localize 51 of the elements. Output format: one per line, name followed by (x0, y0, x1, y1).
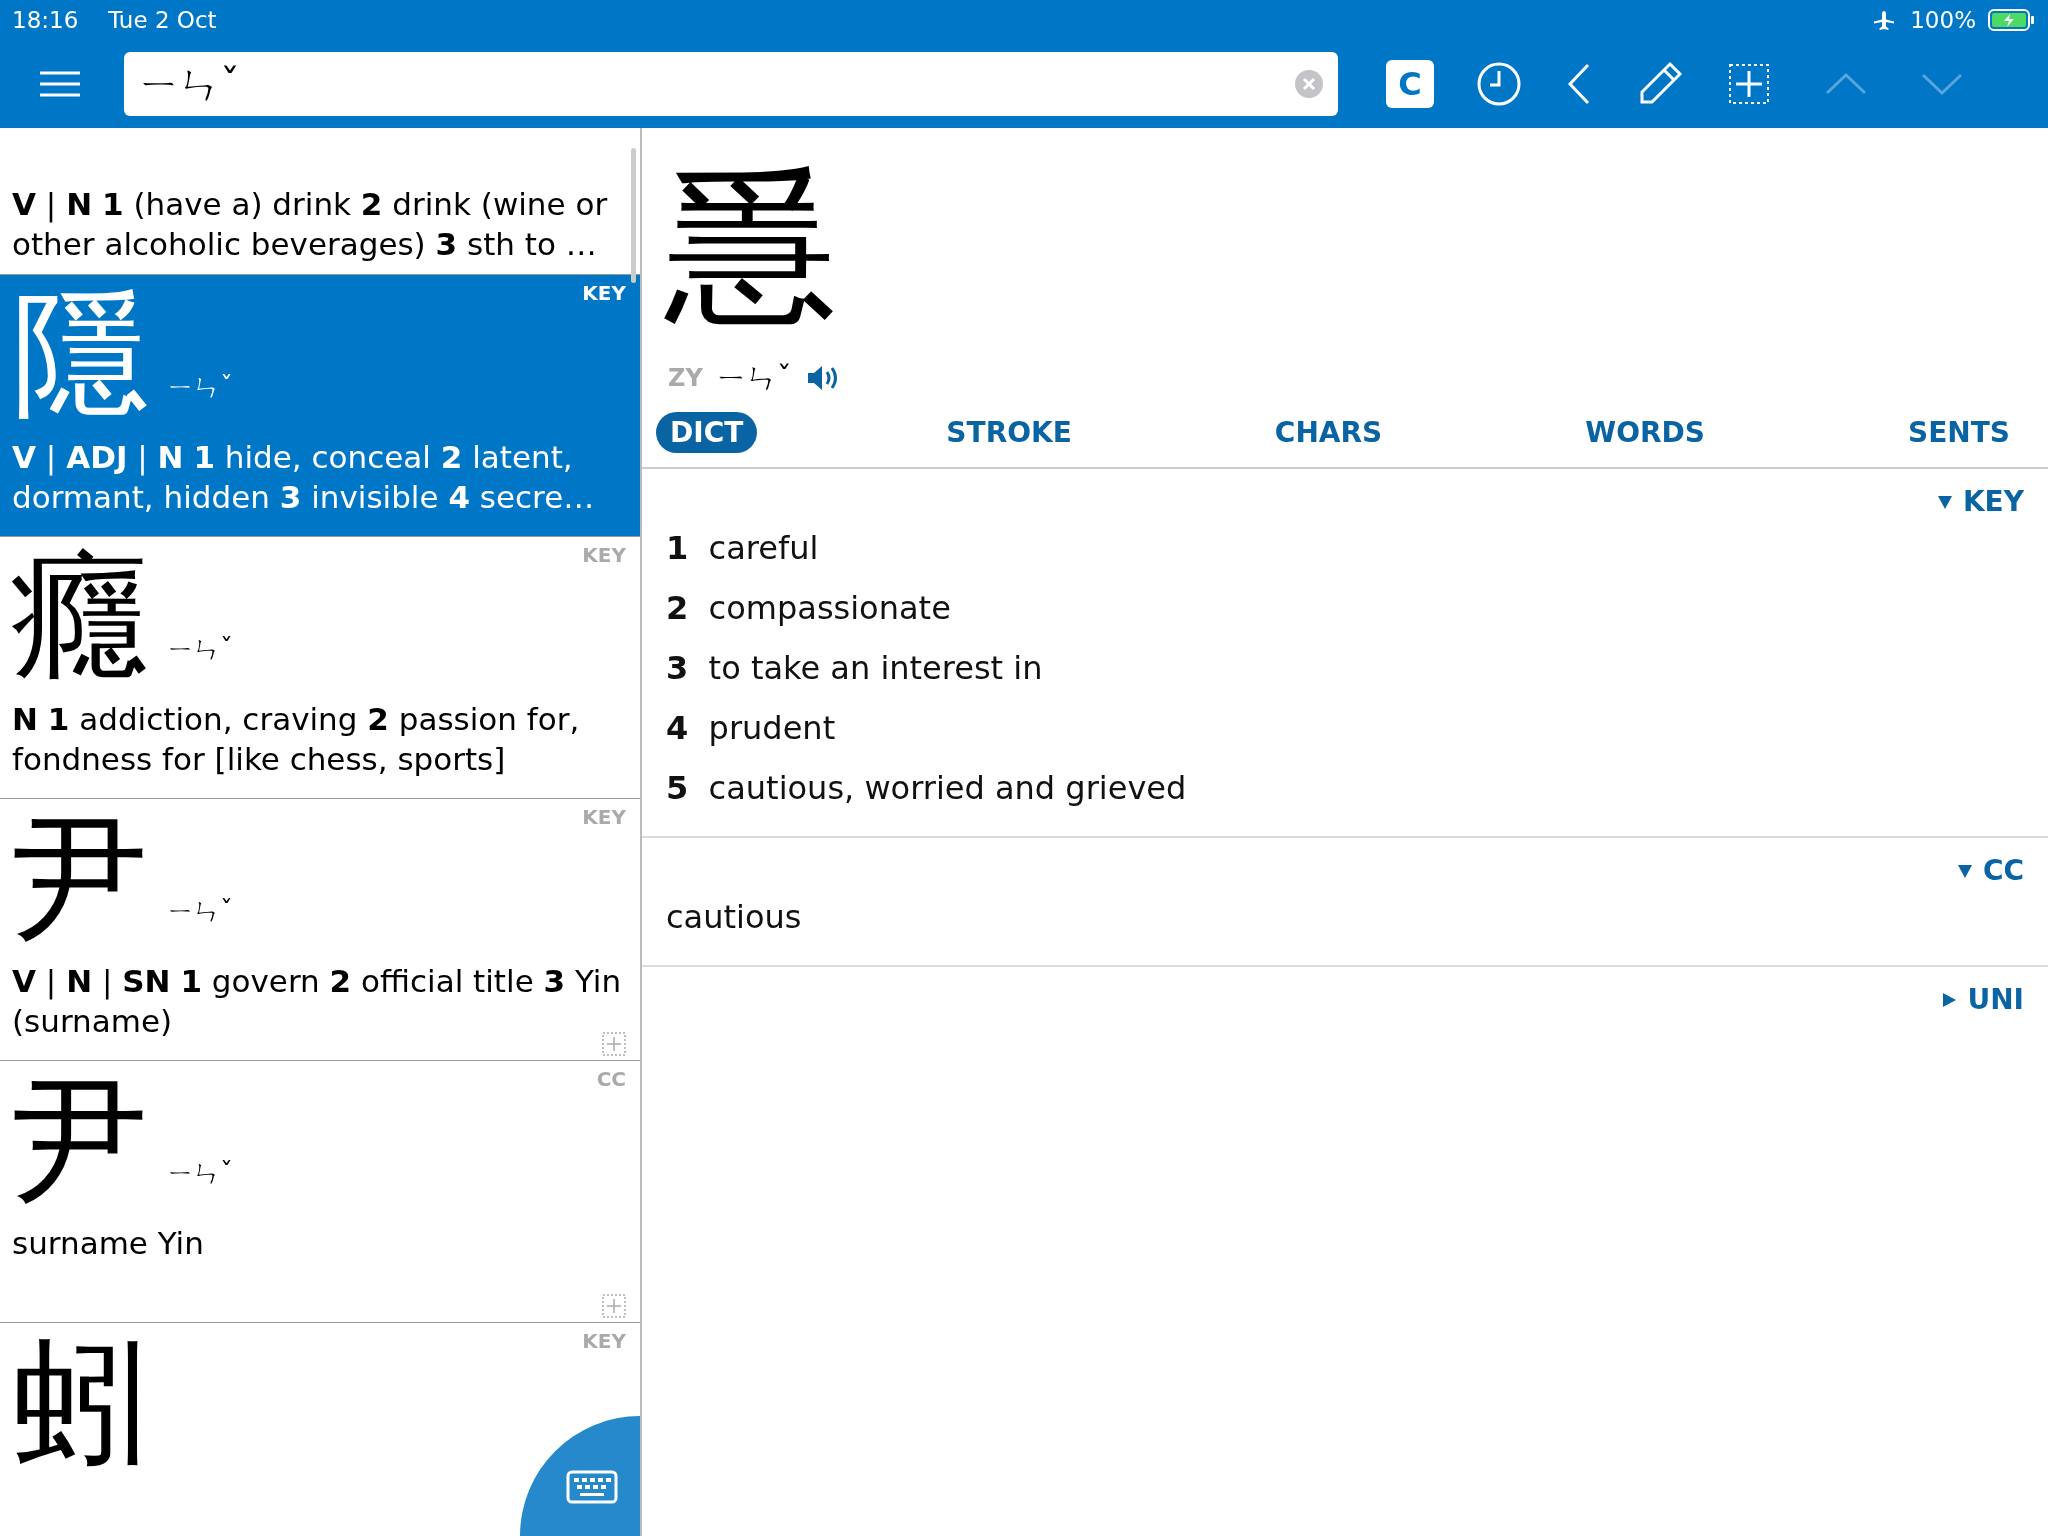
source-tag: KEY (582, 543, 626, 567)
source-tag: CC (596, 1067, 626, 1091)
source-tag: KEY (582, 805, 626, 829)
clock-icon[interactable] (1476, 61, 1522, 107)
disclosure-icon (1941, 991, 1958, 1008)
sense-item: cautious (666, 897, 803, 938)
mode-button[interactable]: C (1386, 60, 1434, 108)
zhuyin-reading: ㄧㄣˇ (716, 358, 792, 397)
tab[interactable]: SENTS (1894, 412, 2024, 453)
speaker-icon[interactable] (805, 364, 840, 392)
keyboard-icon (566, 1470, 618, 1504)
entry-character: 癮 (12, 541, 148, 691)
battery-icon (1988, 8, 2036, 32)
tab[interactable]: WORDS (1571, 412, 1719, 453)
entry-character: 尹 (12, 803, 148, 953)
entry-zhuyin: ㄧㄣˇ (168, 633, 233, 666)
disclosure-icon (1936, 493, 1953, 510)
section-toggle[interactable]: CC (1956, 854, 2024, 887)
sense-item: 2 compassionate (666, 588, 952, 629)
source-tag: KEY (582, 1329, 626, 1353)
system-label: ZY (668, 364, 703, 392)
entry-definition: V | N 1 (have a) drink 2 drink (wine or other alcoholic beverages) 3 sth to … (12, 185, 609, 264)
entry-definition: N 1 addiction, craving 2 passion for, fondness for [like chess, sports] (12, 700, 581, 779)
section-toggle[interactable]: KEY (1936, 485, 2024, 518)
entry-character: 蚓 (12, 1327, 148, 1477)
main-character: 㥯 (663, 148, 837, 349)
tab[interactable]: STROKE (932, 412, 1086, 453)
entry-definition: V | ADJ | N 1 hide, conceal 2 latent, dormant, hidden 3 invisible 4 secre… (12, 438, 596, 517)
tab[interactable]: DICT (656, 412, 758, 453)
entry-definition: V | N | SN 1 govern 2 official title 3 Yin (surname) (12, 962, 623, 1041)
add-frame-icon[interactable] (1728, 63, 1770, 105)
menu-icon[interactable] (38, 69, 82, 99)
sense-item: 1 careful (666, 528, 820, 569)
sense-item: 5 cautious, worried and grieved (666, 768, 1188, 809)
status-time: 18:16 (12, 7, 79, 33)
entry-zhuyin: ㄧㄣˇ (168, 371, 233, 404)
disclosure-icon (1956, 862, 1973, 879)
status-date: Tue 2 Oct (108, 7, 217, 33)
entry-zhuyin: ㄧㄣˇ (168, 1157, 233, 1190)
sense-item: 4 prudent (666, 708, 837, 749)
entry-character: 尹 (12, 1065, 148, 1215)
battery-percent: 100% (1910, 7, 1976, 33)
entry-zhuyin: ㄧㄣˇ (168, 895, 233, 928)
tab[interactable]: CHARS (1260, 412, 1397, 453)
section-toggle[interactable]: UNI (1941, 983, 2024, 1016)
sense-item: 3 to take an interest in (666, 648, 1044, 689)
source-tag: KEY (582, 281, 626, 305)
entry-definition: surname Yin (12, 1224, 205, 1263)
back-icon[interactable] (1566, 62, 1592, 106)
search-field[interactable]: ㄧㄣˇ (124, 52, 1338, 116)
entry-character: 隱 (12, 279, 148, 429)
